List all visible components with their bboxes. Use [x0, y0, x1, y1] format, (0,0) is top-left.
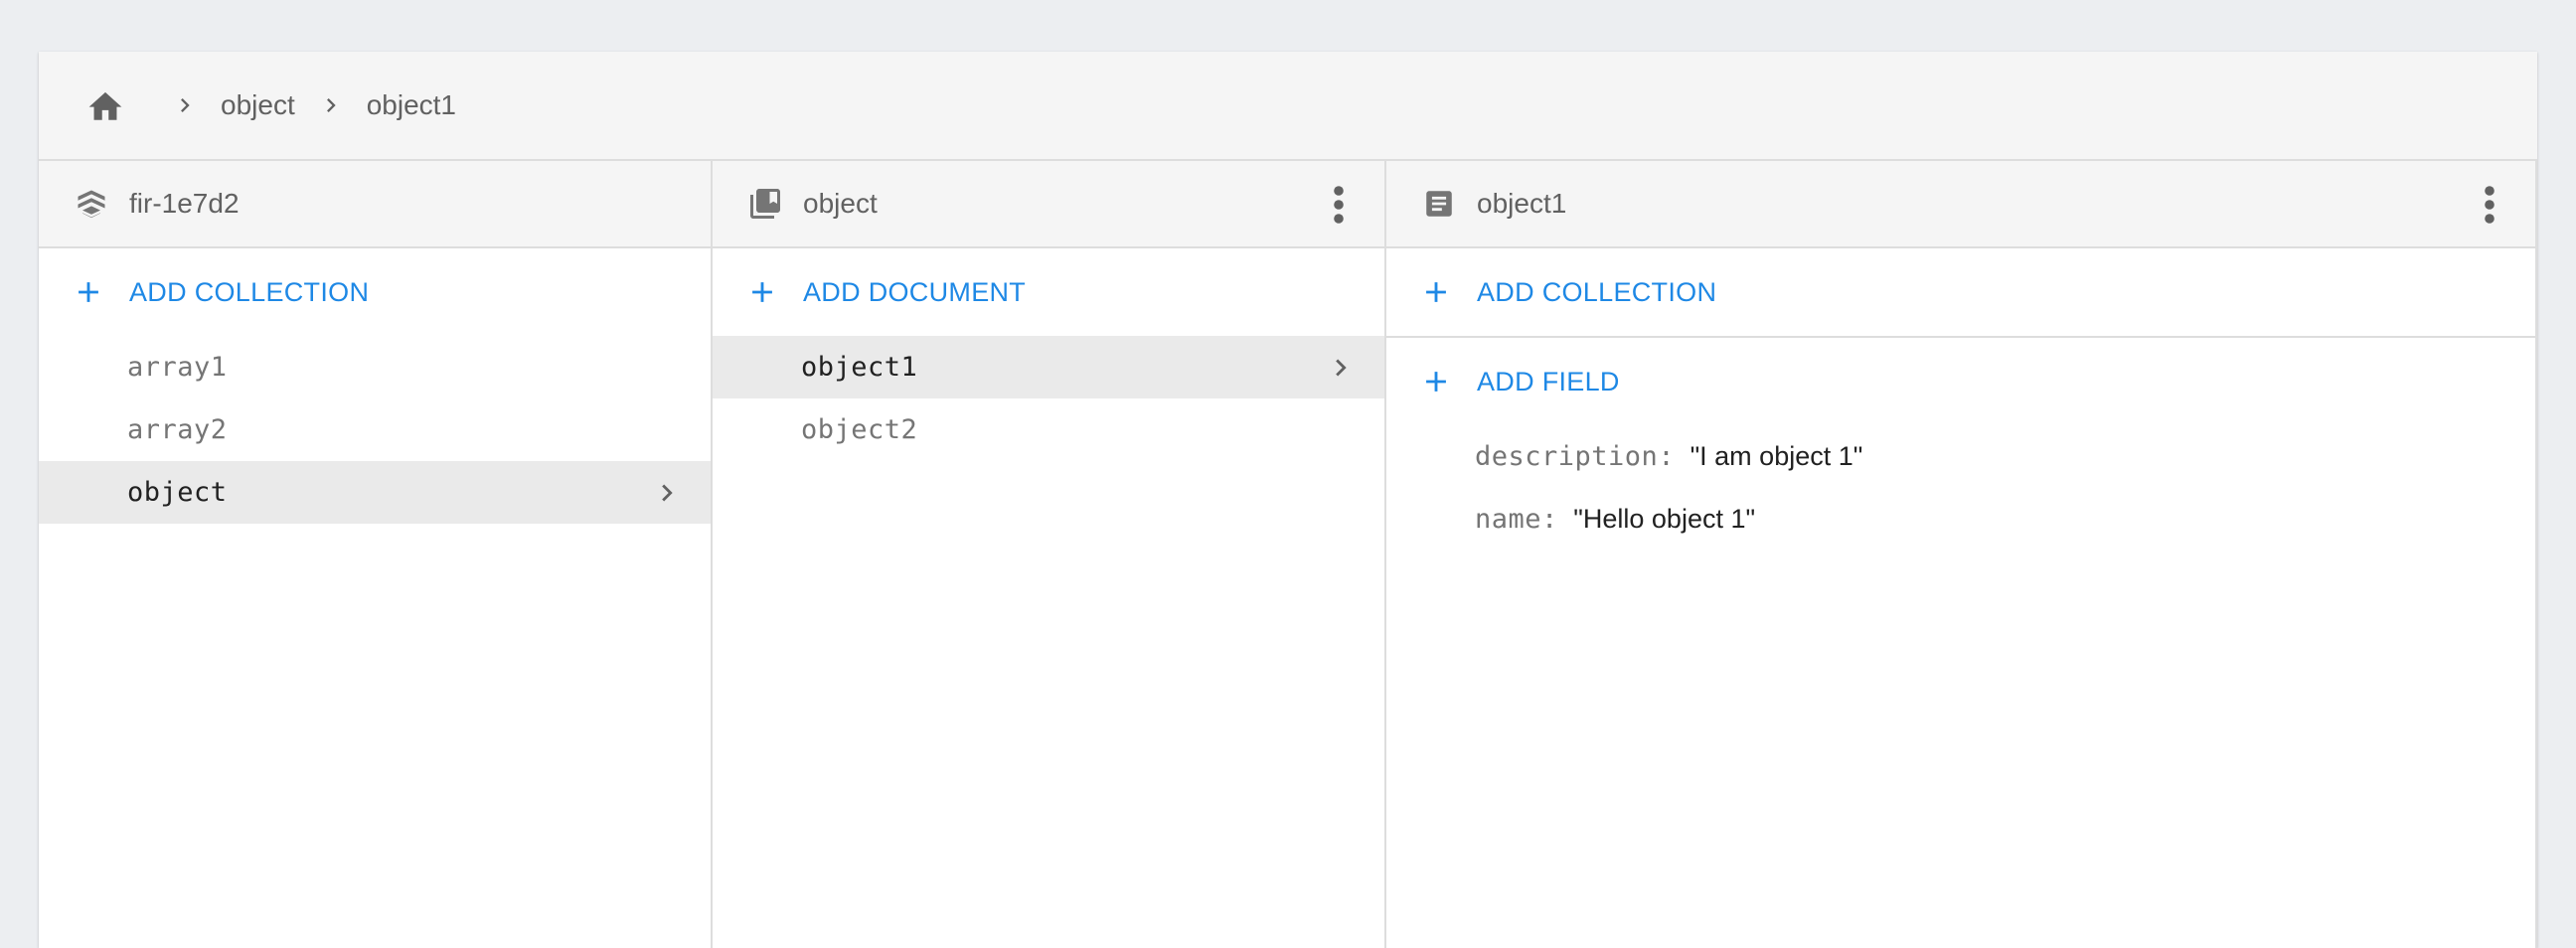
- collection-icon: [745, 184, 785, 224]
- list-item[interactable]: object2: [713, 398, 1384, 461]
- add-collection-button[interactable]: ADD COLLECTION: [39, 248, 711, 336]
- chevron-right-icon: [1321, 348, 1361, 388]
- collection-column-header: object: [713, 161, 1384, 248]
- field-colon: :: [1541, 504, 1558, 535]
- list-item[interactable]: array2: [39, 398, 711, 461]
- field-key: name: [1475, 504, 1542, 535]
- plus-icon: [742, 272, 782, 312]
- list-item[interactable]: array1: [39, 336, 711, 398]
- document-column-header: object1: [1386, 161, 2535, 248]
- collection-name: array2: [127, 414, 228, 445]
- add-collection-label: ADD COLLECTION: [129, 276, 370, 307]
- more-vert-icon[interactable]: [1319, 183, 1359, 227]
- document-name: object1: [801, 352, 918, 383]
- list-item-selected[interactable]: object: [39, 461, 711, 524]
- more-vert-icon[interactable]: [2470, 183, 2509, 227]
- field-value[interactable]: "I am object 1": [1690, 441, 1863, 472]
- document-column: object1 ADD COLLECTION ADD FIELD descrip…: [1386, 161, 2537, 948]
- field-value[interactable]: "Hello object 1": [1573, 504, 1755, 535]
- column-title: object: [803, 188, 878, 219]
- collection-name: object: [127, 477, 228, 508]
- list-item-selected[interactable]: object1: [713, 336, 1384, 398]
- add-subcollection-button[interactable]: ADD COLLECTION: [1386, 248, 2535, 338]
- breadcrumb: object object1: [39, 52, 2537, 161]
- chevron-right-icon: [313, 87, 349, 123]
- add-collection-label: ADD COLLECTION: [1477, 276, 1717, 307]
- breadcrumb-item[interactable]: object: [221, 89, 295, 121]
- root-column: fir-1e7d2 ADD COLLECTION array1 array2 o…: [39, 161, 713, 948]
- add-document-label: ADD DOCUMENT: [803, 276, 1027, 307]
- plus-icon: [1416, 272, 1456, 312]
- column-container: fir-1e7d2 ADD COLLECTION array1 array2 o…: [39, 161, 2537, 948]
- add-field-label: ADD FIELD: [1477, 366, 1620, 396]
- add-field-button[interactable]: ADD FIELD: [1386, 338, 2535, 425]
- chevron-right-icon: [167, 87, 203, 123]
- plus-icon: [1416, 362, 1456, 401]
- firestore-data-panel: object object1 fir-1e7d2 ADD COLLECTION …: [39, 52, 2537, 948]
- home-icon[interactable]: [83, 83, 127, 127]
- column-title: object1: [1477, 188, 1567, 219]
- breadcrumb-item[interactable]: object1: [367, 89, 456, 121]
- field-row[interactable]: name : "Hello object 1": [1386, 488, 2535, 551]
- document-icon: [1419, 184, 1459, 224]
- field-colon: :: [1658, 441, 1675, 472]
- add-document-button[interactable]: ADD DOCUMENT: [713, 248, 1384, 336]
- field-key: description: [1475, 441, 1659, 472]
- chevron-right-icon: [647, 473, 687, 513]
- collection-name: array1: [127, 352, 228, 383]
- collection-column: object ADD DOCUMENT object1 object2: [713, 161, 1386, 948]
- column-title: fir-1e7d2: [129, 188, 240, 219]
- root-column-header: fir-1e7d2: [39, 161, 711, 248]
- field-row[interactable]: description : "I am object 1": [1386, 425, 2535, 488]
- plus-icon: [69, 272, 108, 312]
- firestore-icon: [72, 184, 111, 224]
- document-name: object2: [801, 414, 918, 445]
